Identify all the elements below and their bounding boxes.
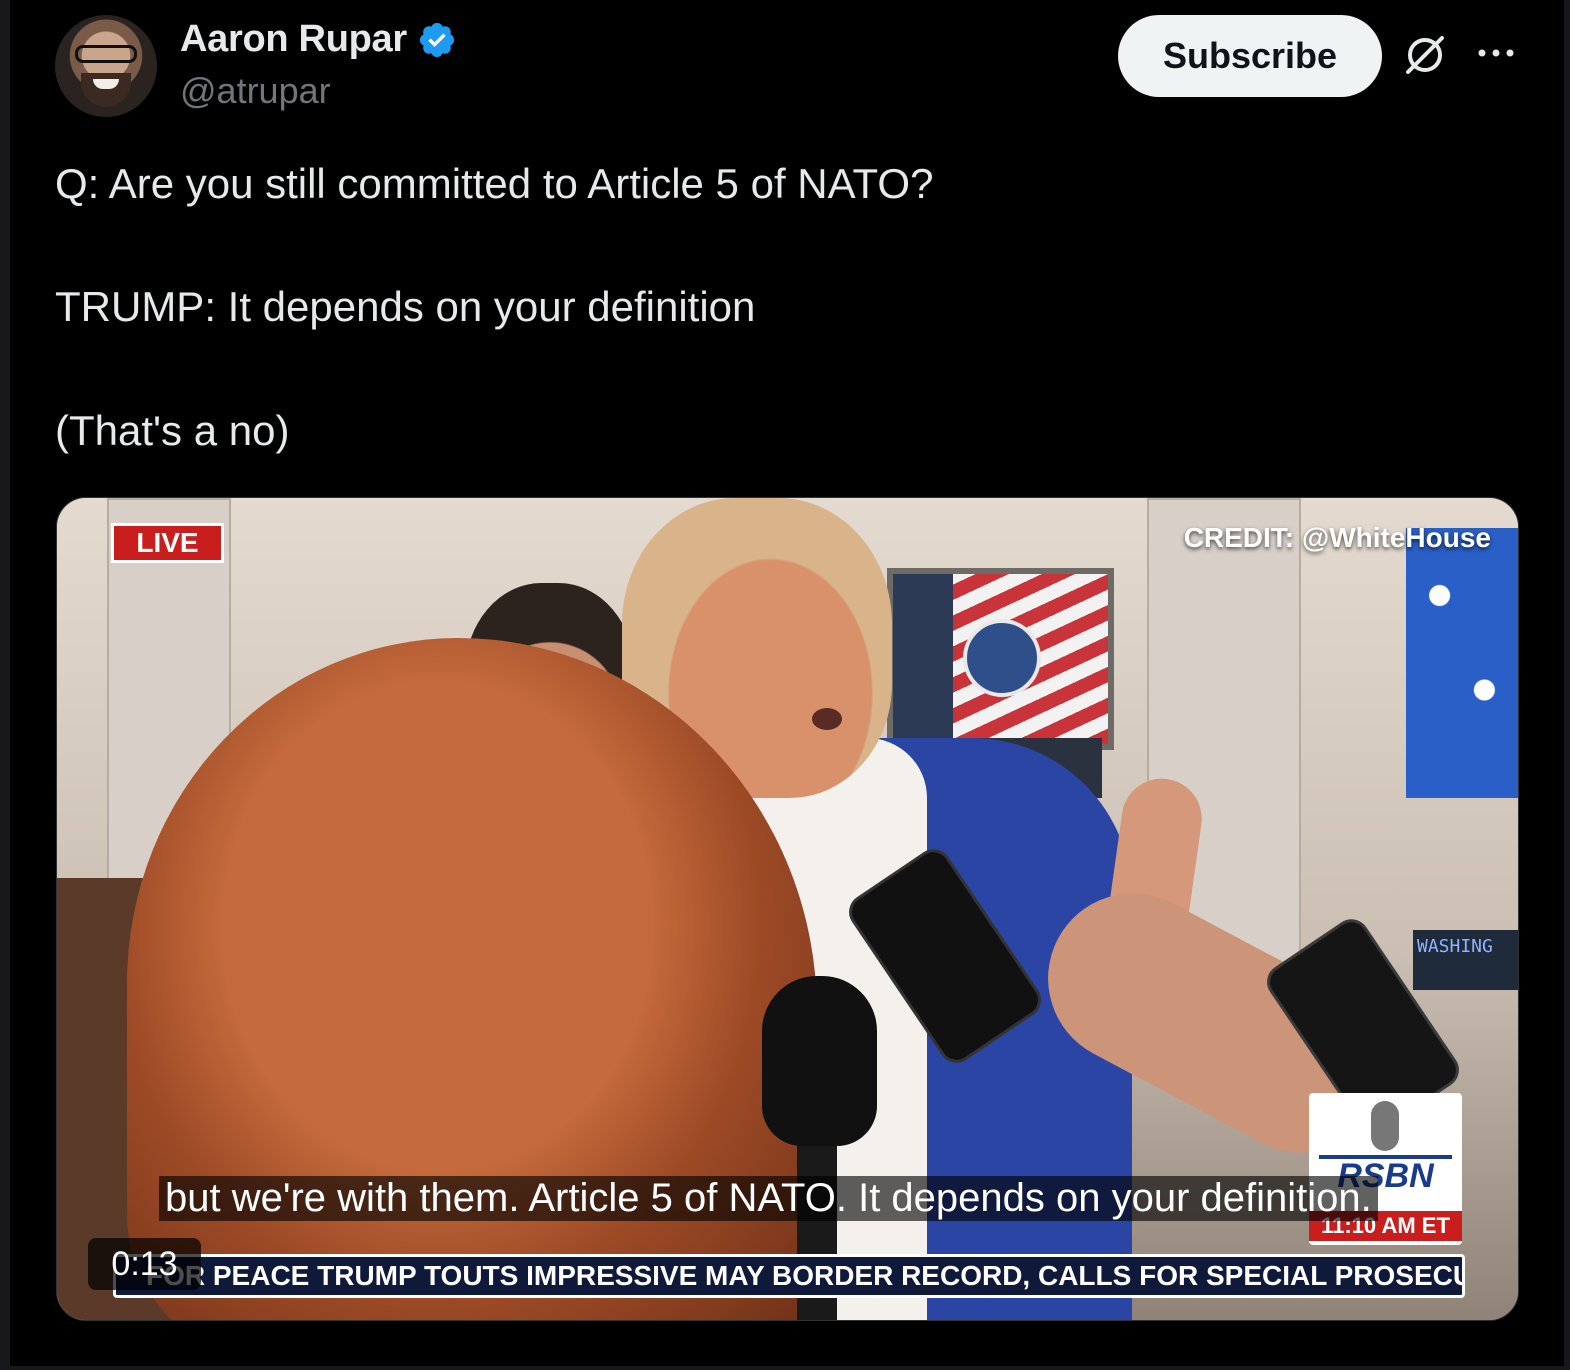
subscribe-button[interactable]: Subscribe [1118, 15, 1382, 97]
avatar-glasses [75, 45, 137, 63]
speaker-mouth [812, 708, 842, 730]
video-timecode: 0:13 [88, 1238, 201, 1290]
video-credit: CREDIT: @WhiteHouse [1183, 522, 1491, 553]
tweet-text-line: TRUMP: It depends on your definition [55, 283, 756, 330]
microphone-icon [762, 976, 877, 1146]
window-bottom-edge [0, 1366, 1570, 1370]
avatar[interactable] [55, 15, 157, 117]
video-caption: but we're with them. Article 5 of NATO. … [159, 1176, 1378, 1221]
news-ticker: FOR PEACE TRUMP TOUTS IMPRESSIVE MAY BOR… [113, 1254, 1465, 1298]
live-badge: LIVE [111, 523, 224, 563]
more-options-icon[interactable] [1474, 38, 1518, 68]
tweet-text-line: (That's a no) [55, 407, 290, 454]
grok-icon[interactable] [1402, 32, 1448, 78]
stars-panel [1406, 528, 1518, 798]
cabin-monitor [887, 568, 1114, 750]
network-logo: RSBN 11:10 AM ET [1309, 1093, 1462, 1245]
author-handle[interactable]: @atrupar [180, 70, 331, 112]
author-display-name[interactable]: Aaron Rupar [180, 18, 407, 61]
window-right-edge [1564, 0, 1570, 1370]
monitor-text: WASHING [1413, 930, 1518, 990]
tweet-text-line: Q: Are you still committed to Article 5 … [55, 160, 934, 207]
verified-badge-icon[interactable] [417, 20, 457, 60]
video-player[interactable]: WASHING LIVE CREDIT: @WhiteHouse RSBN 11… [56, 497, 1519, 1321]
window-left-edge [0, 0, 10, 1370]
presidential-seal [963, 619, 1041, 697]
author-name-row: Aaron Rupar [180, 18, 457, 61]
microphone-logo-icon [1371, 1101, 1399, 1151]
news-ticker-text: FOR PEACE TRUMP TOUTS IMPRESSIVE MAY BOR… [116, 1257, 1462, 1295]
